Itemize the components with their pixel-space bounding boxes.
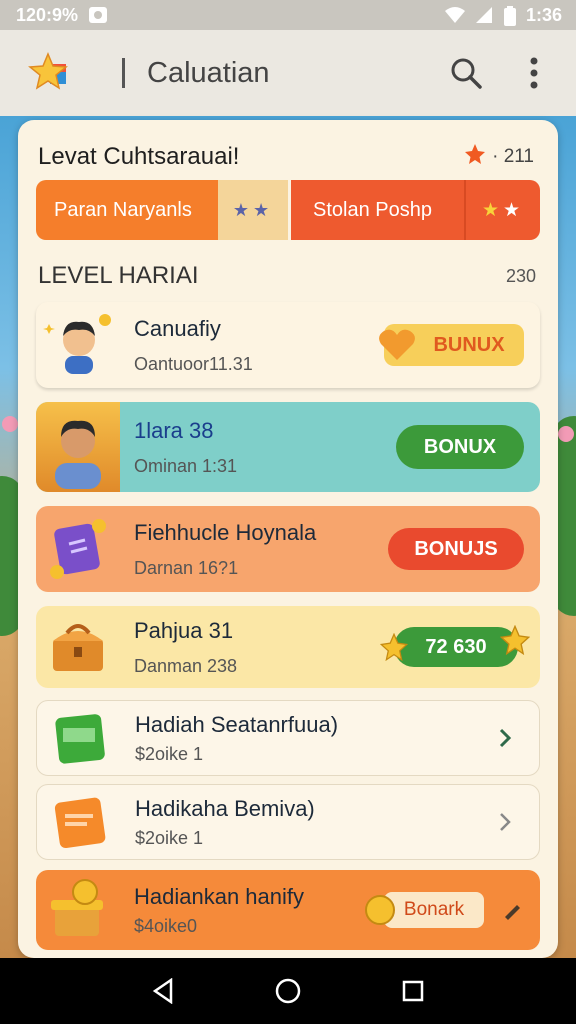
- photo-thumbnail: [36, 402, 120, 492]
- recents-icon[interactable]: [393, 971, 433, 1011]
- app-bar: Caluatian: [0, 30, 576, 116]
- star-logo-icon[interactable]: [28, 50, 74, 96]
- section-count: 230: [505, 265, 536, 286]
- home-icon[interactable]: [268, 971, 308, 1011]
- avatar: [36, 303, 120, 387]
- score-value: · 211: [492, 146, 534, 167]
- item-name: Pahjua 31: [134, 617, 234, 643]
- more-vert-icon[interactable]: [512, 51, 556, 95]
- bonus-button[interactable]: BUNUX: [379, 324, 524, 366]
- section-header: LEVEL HARIAI 230: [38, 262, 536, 290]
- heart-icon: [379, 329, 415, 360]
- item-name: Hadiankan hanify: [134, 883, 305, 909]
- tab-bar: Paran Naryanls ★★ Stolan Poshp ★ ★: [36, 180, 540, 240]
- levels-card: Levat Cuhtsarauai! · 211 Paran Naryanls …: [18, 120, 558, 958]
- edit-icon[interactable]: [492, 890, 532, 930]
- item-sub: Ominan 1:31: [134, 455, 238, 476]
- item-sub: Danman 238: [134, 655, 238, 676]
- list-item[interactable]: Fiehhucle Hoynala Darnan 16?1 BONUJS: [36, 506, 540, 592]
- status-left-text: 120:9%: [16, 4, 79, 25]
- tab-second-stars[interactable]: ★ ★: [464, 180, 540, 240]
- wifi-icon: [444, 6, 465, 24]
- list-item[interactable]: Hadikaha Bemiva) $2oike 1: [36, 784, 540, 860]
- item-name: Fiehhucle Hoynala: [134, 519, 317, 545]
- search-icon[interactable]: [444, 51, 488, 95]
- item-sub: $4oike0: [134, 915, 198, 936]
- card-title: Levat Cuhtsarauai!: [38, 143, 240, 170]
- star-icon: [500, 625, 530, 655]
- card-header: Levat Cuhtsarauai! · 211: [38, 142, 534, 172]
- list-item[interactable]: Pahjua 31 Danman 238 72 630: [36, 606, 540, 688]
- voucher-orange-icon: [37, 780, 121, 864]
- image-notification-icon: [88, 6, 108, 24]
- bonus-button[interactable]: BONUX: [396, 425, 524, 469]
- signal-icon: [474, 6, 494, 24]
- bonus-label: Bonark: [384, 892, 484, 928]
- tab-first-stars[interactable]: ★★: [218, 180, 288, 240]
- chevron-right-icon[interactable]: [485, 718, 525, 758]
- flower-left: [2, 416, 18, 432]
- flower-right: [558, 426, 574, 442]
- treasure-chest-icon: [36, 605, 120, 689]
- chevron-right-icon[interactable]: [485, 802, 525, 842]
- bonus-button[interactable]: BONUJS: [388, 528, 524, 570]
- item-sub: $2oike 1: [135, 743, 204, 764]
- section-title: LEVEL HARIAI: [38, 262, 199, 289]
- coin-icon: [365, 895, 395, 925]
- star-icon: [380, 633, 408, 661]
- title-divider: [122, 58, 125, 88]
- score-number: 211: [503, 146, 534, 167]
- tab-second[interactable]: Stolan Poshp: [288, 180, 464, 240]
- tab-first[interactable]: Paran Naryanls: [36, 180, 218, 240]
- status-bar: 120:9% 1:36: [0, 0, 576, 30]
- list-item[interactable]: Canuafiy Oantuoor11.31 BUNUX: [36, 302, 540, 388]
- list-item[interactable]: Hadiah Seatanrfuua) $2oike 1: [36, 700, 540, 776]
- score-star-icon: [464, 143, 486, 171]
- list-item[interactable]: Hadiankan hanify $4oike0 Bonark: [36, 870, 540, 950]
- score-display: · 211: [464, 143, 534, 171]
- status-time: 1:36: [525, 4, 562, 25]
- bonus-label: BUNUX: [433, 333, 505, 356]
- tab-star-white: ★: [503, 199, 525, 221]
- gift-card-icon: [36, 507, 120, 591]
- list-item[interactable]: 1lara 38 Ominan 1:31 BONUX: [36, 402, 540, 492]
- points-badge[interactable]: 72 630: [380, 625, 530, 667]
- bonus-button[interactable]: Bonark: [365, 892, 484, 928]
- item-name: Hadiah Seatanrfuua): [135, 711, 339, 737]
- item-sub: Oantuoor11.31: [134, 353, 253, 374]
- battery-icon: [503, 6, 516, 26]
- voucher-green-icon: [37, 696, 121, 780]
- item-sub: Darnan 16?1: [134, 557, 239, 578]
- tab-star-gold: ★: [481, 199, 503, 221]
- item-name: Hadikaha Bemiva): [135, 795, 315, 821]
- item-name: Canuafiy: [134, 315, 221, 341]
- back-icon[interactable]: [143, 971, 183, 1011]
- system-nav-bar: [0, 958, 576, 1024]
- item-name: 1lara 38: [134, 417, 214, 443]
- item-sub: $2oike 1: [135, 827, 204, 848]
- app-title: Caluatian: [147, 56, 270, 89]
- gift-box-icon: [36, 868, 120, 952]
